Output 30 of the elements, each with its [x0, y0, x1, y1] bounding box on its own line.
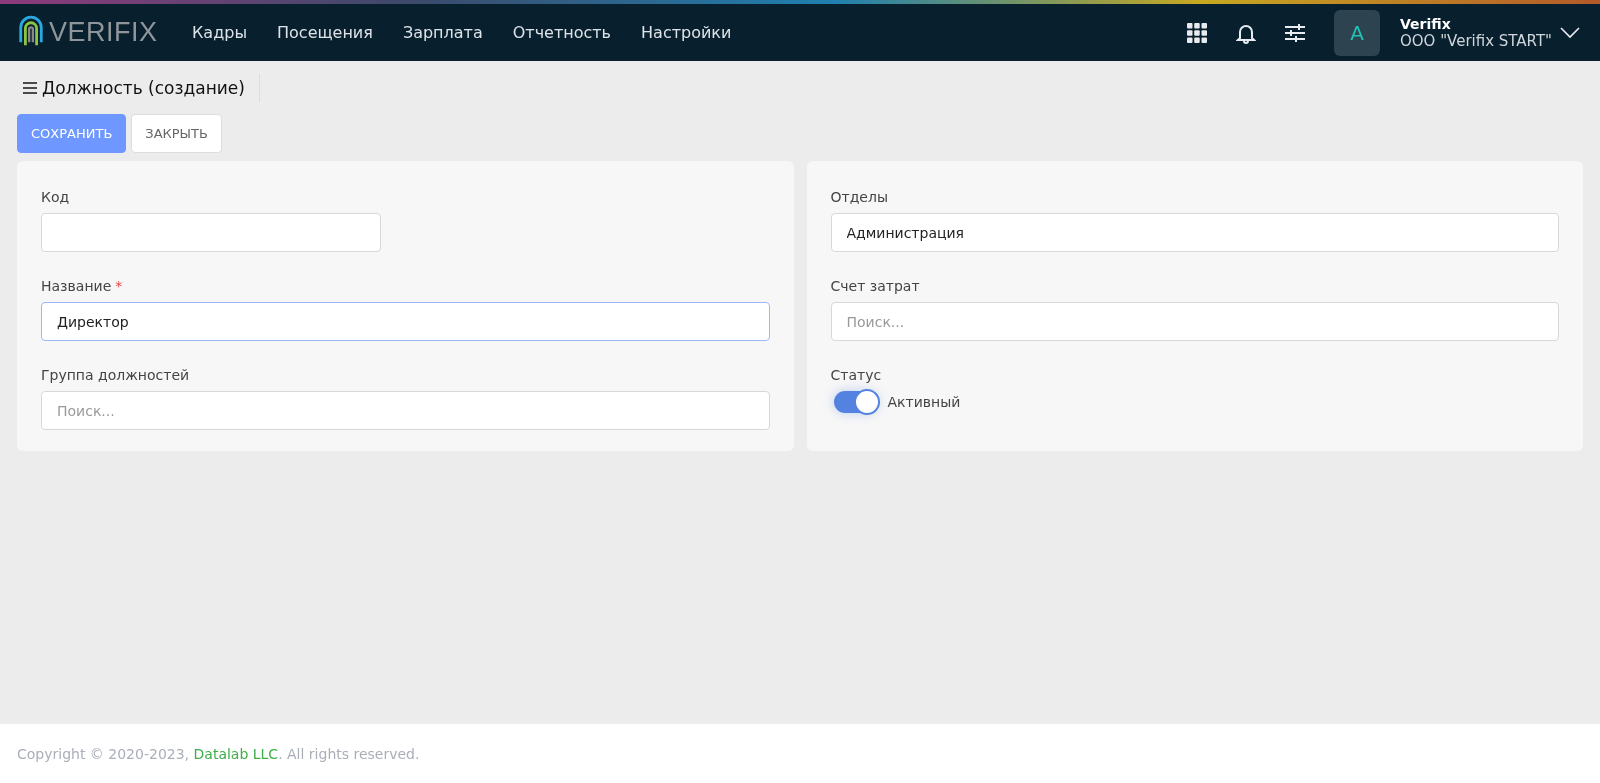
input-field[interactable]: Директор: [41, 302, 770, 341]
nav-item[interactable]: Посещения: [277, 23, 373, 42]
field-label: Статус: [830, 367, 882, 383]
menu-icon[interactable]: [23, 81, 37, 94]
user-name: Verifix: [1400, 15, 1452, 32]
input-field[interactable]: Поиск...: [830, 302, 1559, 341]
copyright-text: Copyright © 2020-2023, Datalab LLC. All rights reserved.: [17, 745, 420, 762]
nav-item[interactable]: Зарплата: [402, 23, 483, 42]
toggle-switch[interactable]: [833, 391, 878, 413]
field-label: Группа должностей: [41, 367, 190, 383]
logo-text: VERIFIX: [49, 17, 158, 48]
field-label: Счет затрат: [830, 278, 920, 294]
input-field[interactable]: Поиск...: [41, 391, 770, 430]
field-label: Название: [41, 278, 112, 294]
chevron-down-icon[interactable]: [1560, 26, 1580, 39]
avatar[interactable]: A: [1334, 9, 1380, 56]
required-mark: *: [115, 278, 123, 294]
company-name: OOO "Verifix START": [1400, 31, 1552, 50]
nav-item[interactable]: Кадры: [192, 23, 247, 42]
input-field[interactable]: Администрация: [830, 213, 1559, 252]
close-button[interactable]: ЗАКРЫТЬ: [131, 114, 222, 153]
page-title: Должность (создание): [42, 73, 260, 102]
input-field[interactable]: [41, 213, 381, 252]
sliders-icon[interactable]: [1284, 22, 1306, 43]
nav-item[interactable]: Отчетность: [512, 23, 612, 42]
field-label: Код: [41, 189, 70, 205]
field-label: Отделы: [830, 189, 888, 205]
toggle-label: Активный: [887, 394, 961, 410]
apps-grid-icon[interactable]: [1186, 21, 1208, 44]
nav-item[interactable]: Настройки: [641, 23, 732, 42]
